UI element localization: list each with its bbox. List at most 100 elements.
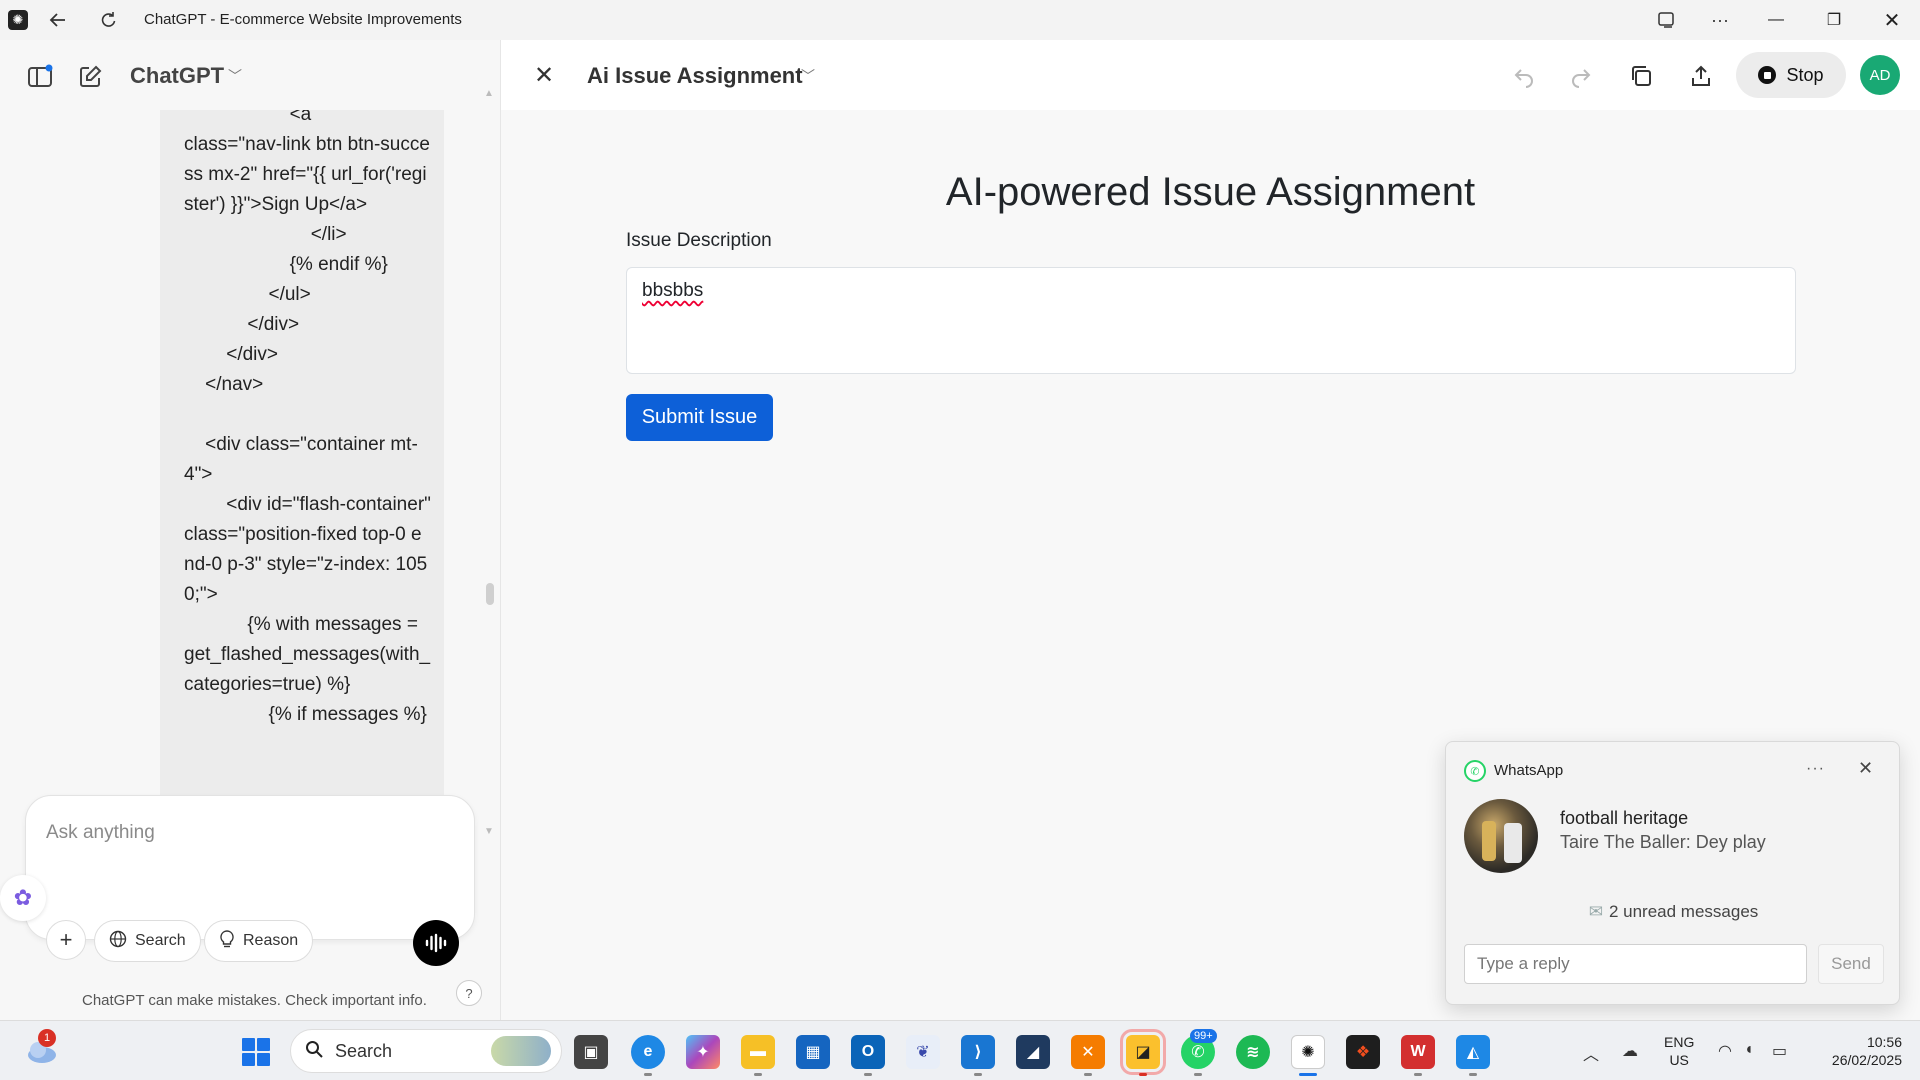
notification-app-name: WhatsApp [1494,762,1564,779]
outlook-icon[interactable]: O [851,1035,885,1069]
explorer-running-indicator [754,1073,762,1076]
attach-button[interactable]: + [46,920,86,960]
brain-extension-icon[interactable]: ✿ [0,875,46,921]
chatgpt-app-icon: ✺ [8,10,28,30]
scroll-up-arrow-icon[interactable]: ▲ [484,88,496,100]
issue-description-value: bbsbbs [642,280,704,301]
more-options-icon[interactable]: ··· [1706,6,1734,34]
spotify-icon[interactable]: ≋ [1236,1035,1270,1069]
notification-sender: football heritage [1560,808,1689,828]
reply-input[interactable]: Type a reply [1464,944,1807,984]
window-titlebar: ✺ ChatGPT - E-commerce Website Improveme… [0,0,1920,40]
figma-icon[interactable]: ❖ [1346,1035,1380,1069]
file-explorer-icon[interactable]: ▬ [741,1035,775,1069]
vscode-running-indicator [974,1073,982,1076]
prompt-composer[interactable]: Ask anything [25,795,475,940]
close-icon[interactable]: ✕ [1864,0,1920,40]
sidebar-toggle-icon[interactable] [25,62,55,92]
clock[interactable]: 10:56 26/02/2025 [1812,1033,1902,1069]
search-button[interactable]: Search [94,920,201,962]
copy-icon[interactable] [1625,60,1657,92]
onedrive-offline-icon[interactable]: ☁ [1622,1041,1638,1061]
language-code: ENG [1664,1034,1695,1050]
reason-button[interactable]: Reason [204,920,314,962]
help-button[interactable]: ? [456,980,482,1006]
page-title: AI-powered Issue Assignment [945,170,1476,214]
search-icon [305,1040,323,1063]
minimize-icon[interactable]: — [1748,0,1804,40]
code-snippet: <a class="nav-link btn btn-success mx-2"… [184,110,431,725]
notification-more-icon[interactable]: ··· [1806,760,1825,778]
stop-button[interactable]: Stop [1736,52,1846,98]
submit-issue-button[interactable]: Submit Issue [626,394,773,441]
time: 10:56 [1866,1034,1902,1050]
app-install-icon[interactable] [1652,6,1680,34]
envelope-icon: ✉ [1588,902,1603,921]
code-message: <a class="nav-link btn btn-success mx-2"… [160,110,444,840]
whatsapp-icon: ✆ [1464,760,1486,782]
bird-app-icon[interactable]: ❦ [906,1035,940,1069]
whatsapp-notification[interactable]: ✆ WhatsApp ··· ✕ football heritage Taire… [1445,741,1900,1005]
photos-icon[interactable]: ◭ [1456,1035,1490,1069]
undo-icon[interactable] [1508,60,1540,92]
canvas-title[interactable]: Ai Issue Assignment [587,63,803,89]
scrollbar-thumb[interactable] [486,583,494,605]
refresh-icon[interactable] [94,6,122,34]
wifi-icon[interactable]: ◠ [1718,1041,1732,1061]
vscode-icon[interactable]: ⟩ [961,1035,995,1069]
start-button[interactable] [242,1038,270,1066]
model-selector[interactable]: ChatGPT [130,63,224,89]
sticky-notes-icon[interactable]: ◪ [1120,1029,1166,1075]
taskbar-search[interactable]: Search [290,1029,562,1073]
chatgpt-active-indicator [1299,1073,1317,1076]
search-button-label: Search [135,932,186,949]
xampp-running-indicator [1084,1073,1092,1076]
redo-icon[interactable] [1565,60,1597,92]
notification-close-icon[interactable]: ✕ [1858,758,1873,779]
stop-icon [1758,66,1777,84]
restore-icon[interactable]: ❐ [1806,0,1862,40]
whatsapp-badge: 99+ [1190,1029,1217,1043]
chevron-down-icon[interactable]: ﹀ [228,66,242,86]
region-code: US [1669,1052,1689,1068]
unread-count: ✉ 2 unread messages [1446,902,1901,922]
chevron-down-icon[interactable]: ﹀ [801,66,815,86]
battery-icon[interactable]: ▭ [1772,1041,1787,1061]
scroll-down-arrow-icon[interactable]: ▼ [484,826,496,838]
date: 26/02/2025 [1831,1052,1902,1068]
taskbar: 1 Search ▣ e ✦ ▬ ▦ O ❦ ⟩ ◢ ✕ ◪ ✆ 99+ ≋ ✺… [0,1020,1920,1080]
volume-icon[interactable]: ◖ [1744,1041,1754,1059]
issue-description-field[interactable]: bbsbbs [626,267,1796,374]
prompt-input[interactable]: Ask anything [46,822,155,844]
canvas-header: ✕ Ai Issue Assignment ﹀ Stop AD [501,40,1920,110]
wps-running-indicator [1414,1073,1422,1076]
contact-avatar [1464,799,1538,873]
window-title: ChatGPT - E-commerce Website Improvement… [144,11,462,28]
new-chat-icon[interactable] [75,62,105,92]
wps-office-icon[interactable]: W [1401,1035,1435,1069]
sticky-notes-running-indicator [1139,1073,1147,1076]
xampp-icon[interactable]: ✕ [1071,1035,1105,1069]
stop-button-label: Stop [1786,64,1824,85]
task-view-icon[interactable]: ▣ [574,1035,608,1069]
unread-count-text: 2 unread messages [1608,902,1759,921]
issue-description-label: Issue Description [626,230,772,251]
edge-icon[interactable]: e [631,1035,665,1069]
copilot-icon[interactable]: ✦ [686,1035,720,1069]
tray-overflow-icon[interactable]: ︿ [1583,1041,1599,1065]
store-icon[interactable]: ▦ [796,1035,830,1069]
weather-badge: 1 [38,1029,56,1047]
back-icon[interactable] [44,6,72,34]
outlook-running-indicator [864,1073,872,1076]
mysql-workbench-icon[interactable]: ◢ [1016,1035,1050,1069]
share-icon[interactable] [1685,60,1717,92]
send-button[interactable]: Send [1818,944,1884,984]
user-avatar[interactable]: AD [1860,55,1900,95]
voice-mode-button[interactable] [413,920,459,966]
waveform-icon [425,933,447,953]
globe-icon [109,930,127,953]
notification-message: Taire The Baller: Dey play [1560,832,1766,852]
close-canvas-icon[interactable]: ✕ [529,60,559,90]
chatgpt-taskbar-icon[interactable]: ✺ [1291,1035,1325,1069]
input-language[interactable]: ENG US [1664,1033,1694,1069]
